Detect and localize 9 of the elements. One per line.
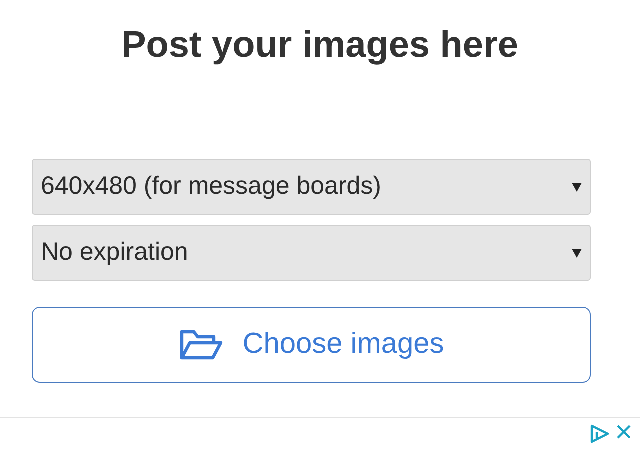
close-icon[interactable]: [616, 424, 632, 440]
page-heading: Post your images here: [122, 23, 518, 67]
caret-icon: [572, 248, 582, 258]
choose-images-button[interactable]: Choose images: [32, 307, 591, 383]
folder-icon: [178, 328, 223, 362]
dropdown[interactable]: No expiration: [32, 225, 591, 281]
dropdown[interactable]: 640x480 (for message boards): [32, 159, 591, 215]
ad-info-icon[interactable]: [590, 424, 610, 444]
caret-icon: [572, 182, 582, 192]
